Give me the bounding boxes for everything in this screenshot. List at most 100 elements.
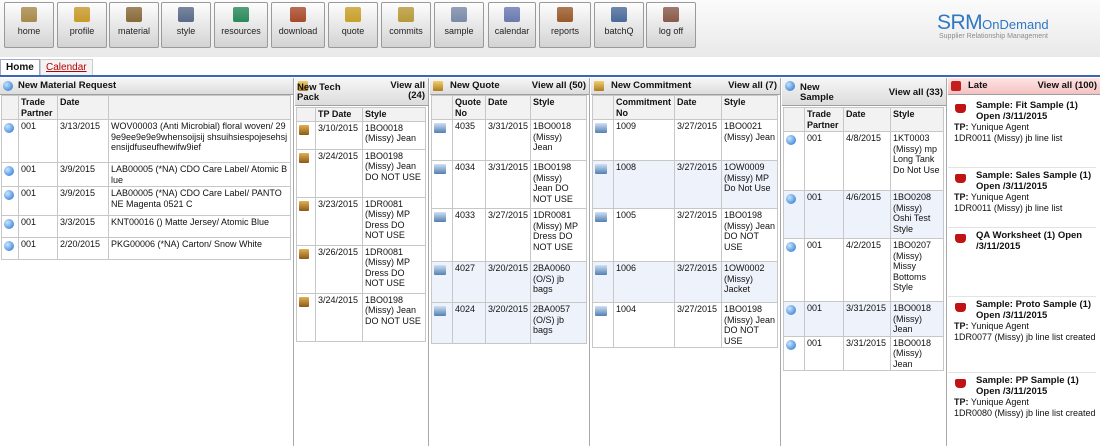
- row-icon-cell[interactable]: [296, 196, 316, 246]
- table-row[interactable]: 4024 3/20/2015 2BA0057 (O/S) jb bags: [431, 302, 587, 344]
- document-icon[interactable]: [595, 306, 607, 316]
- column-header[interactable]: Style: [530, 95, 587, 120]
- tab-home[interactable]: Home: [0, 59, 40, 75]
- globe-icon[interactable]: [4, 166, 14, 176]
- column-header[interactable]: [592, 95, 614, 120]
- row-icon-cell[interactable]: [1, 119, 19, 163]
- document-icon[interactable]: [595, 265, 607, 275]
- table-row[interactable]: 3/24/2015 1BO0198 (Missy) Jean DO NOT USE: [296, 148, 426, 198]
- view-all-link[interactable]: View all (24): [385, 81, 425, 101]
- table-row[interactable]: 001 3/9/2015 LAB00005 (*NA) CDO Care Label…: [1, 162, 291, 187]
- row-icon-cell[interactable]: [431, 261, 453, 303]
- tab-calendar[interactable]: Calendar: [40, 59, 93, 75]
- column-header[interactable]: Date: [484, 95, 532, 120]
- late-item-title[interactable]: Sample: Sales Sample (1) Open /3/11/2015: [948, 170, 1096, 192]
- download-button[interactable]: download: [271, 2, 325, 48]
- table-row[interactable]: 001 3/3/2015 KNT00016 () Matte Jersey/ Ato…: [1, 215, 291, 238]
- column-header[interactable]: Date: [57, 95, 109, 120]
- column-header[interactable]: [296, 107, 316, 122]
- table-row[interactable]: 3/23/2015 1DR0081 (Missy) MP Dress DO NOT…: [296, 196, 426, 246]
- column-header[interactable]: Style: [362, 107, 426, 122]
- table-row[interactable]: 3/26/2015 1DR0081 (Missy) MP Dress DO NOT…: [296, 244, 426, 294]
- table-row[interactable]: 4027 3/20/2015 2BA0060 (O/S) jb bags: [431, 261, 587, 303]
- table-row[interactable]: 1004 3/27/2015 1BO0198 (Missy) Jean DO NOT…: [592, 302, 778, 348]
- logoff-button[interactable]: log off: [646, 2, 696, 48]
- row-icon-cell[interactable]: [431, 119, 453, 161]
- row-icon-cell[interactable]: [296, 292, 316, 342]
- box-icon[interactable]: [299, 296, 309, 307]
- document-icon[interactable]: [595, 164, 607, 174]
- box-icon[interactable]: [299, 200, 309, 211]
- table-row[interactable]: 001 3/31/2015 1BO0018 (Missy) Jean: [783, 335, 944, 371]
- view-all-link[interactable]: View all (33): [889, 87, 943, 98]
- table-row[interactable]: 001 2/20/2015 PKG00006 (*NA) Carton/ Snow …: [1, 237, 291, 260]
- document-icon[interactable]: [434, 123, 446, 133]
- late-item[interactable]: QA Worksheet (1) Open /3/11/2015: [948, 230, 1096, 252]
- globe-icon[interactable]: [786, 339, 796, 350]
- column-header[interactable]: Commitment No: [613, 95, 675, 120]
- style-button[interactable]: style: [161, 2, 211, 48]
- view-all-link[interactable]: View all (50): [532, 80, 586, 91]
- row-icon-cell[interactable]: [431, 160, 453, 209]
- late-item-title[interactable]: Sample: Fit Sample (1) Open /3/11/2015: [948, 100, 1096, 122]
- column-header[interactable]: Quote No: [452, 95, 486, 120]
- batchq-button[interactable]: batchQ: [594, 2, 644, 48]
- column-header[interactable]: [1, 95, 19, 120]
- table-row[interactable]: 001 3/9/2015 LAB00005 (*NA) CDO Care Label…: [1, 186, 291, 216]
- globe-icon[interactable]: [4, 219, 14, 229]
- table-row[interactable]: 001 3/13/2015 WOV00003 (Anti Microbial) fl…: [1, 119, 291, 163]
- table-row[interactable]: 3/24/2015 1BO0198 (Missy) Jean DO NOT USE: [296, 292, 426, 342]
- row-icon-cell[interactable]: [592, 160, 614, 209]
- row-icon-cell[interactable]: [783, 301, 805, 337]
- row-icon-cell[interactable]: [592, 119, 614, 161]
- row-icon-cell[interactable]: [431, 208, 453, 262]
- document-icon[interactable]: [434, 265, 446, 275]
- box-icon[interactable]: [299, 152, 309, 163]
- column-header[interactable]: [108, 95, 291, 120]
- row-icon-cell[interactable]: [1, 215, 19, 238]
- sample-button[interactable]: sample: [434, 2, 484, 48]
- column-header[interactable]: Date: [674, 95, 722, 120]
- table-row[interactable]: 001 4/8/2015 1KT0003 (Missy) mp Long Tank …: [783, 131, 944, 191]
- quote-button[interactable]: quote: [328, 2, 378, 48]
- late-item-title[interactable]: Sample: Proto Sample (1) Open /3/11/2015: [948, 299, 1096, 321]
- view-all-link[interactable]: View all (7): [728, 80, 777, 91]
- table-row[interactable]: 1005 3/27/2015 1BO0198 (Missy) Jean DO NOT…: [592, 208, 778, 262]
- late-item[interactable]: Sample: PP Sample (1) Open /3/11/2015 TP:…: [948, 375, 1096, 418]
- commits-button[interactable]: commits: [381, 2, 431, 48]
- home-button[interactable]: home: [4, 2, 54, 48]
- table-row[interactable]: 4033 3/27/2015 1DR0081 (Missy) MP Dress DO…: [431, 208, 587, 262]
- column-header[interactable]: Date: [843, 107, 891, 132]
- column-header[interactable]: Style: [890, 107, 944, 132]
- table-row[interactable]: 1008 3/27/2015 1OW0009 (Missy) MP Do Not U…: [592, 160, 778, 209]
- table-row[interactable]: 3/10/2015 1BO0018 (Missy) Jean: [296, 120, 426, 150]
- box-icon[interactable]: [299, 248, 309, 259]
- row-icon-cell[interactable]: [296, 244, 316, 294]
- document-icon[interactable]: [434, 212, 446, 222]
- document-icon[interactable]: [434, 306, 446, 316]
- late-item-title[interactable]: QA Worksheet (1) Open /3/11/2015: [948, 230, 1096, 252]
- table-row[interactable]: 4034 3/31/2015 1BO0198 (Missy) Jean DO NOT…: [431, 160, 587, 209]
- row-icon-cell[interactable]: [783, 335, 805, 371]
- column-header[interactable]: Trade Partner: [18, 95, 58, 120]
- calendar-button[interactable]: calendar: [488, 2, 536, 48]
- row-icon-cell[interactable]: [431, 302, 453, 344]
- table-row[interactable]: 001 3/31/2015 1BO0018 (Missy) Jean: [783, 301, 944, 337]
- late-item[interactable]: Sample: Fit Sample (1) Open /3/11/2015 TP…: [948, 100, 1096, 143]
- document-icon[interactable]: [595, 212, 607, 222]
- row-icon-cell[interactable]: [1, 162, 19, 187]
- globe-icon[interactable]: [4, 123, 14, 133]
- late-item-title[interactable]: Sample: PP Sample (1) Open /3/11/2015: [948, 375, 1096, 397]
- material-button[interactable]: material: [109, 2, 159, 48]
- row-icon-cell[interactable]: [783, 190, 805, 239]
- column-header[interactable]: Style: [721, 95, 778, 120]
- column-header[interactable]: [783, 107, 805, 132]
- late-item[interactable]: Sample: Proto Sample (1) Open /3/11/2015…: [948, 299, 1096, 342]
- reports-button[interactable]: reports: [539, 2, 591, 48]
- row-icon-cell[interactable]: [592, 302, 614, 348]
- row-icon-cell[interactable]: [1, 186, 19, 216]
- table-row[interactable]: 1009 3/27/2015 1BO0021 (Missy) Jean: [592, 119, 778, 161]
- column-header[interactable]: Trade Partner: [804, 107, 844, 132]
- profile-button[interactable]: profile: [57, 2, 107, 48]
- column-header[interactable]: TP Date: [315, 107, 363, 122]
